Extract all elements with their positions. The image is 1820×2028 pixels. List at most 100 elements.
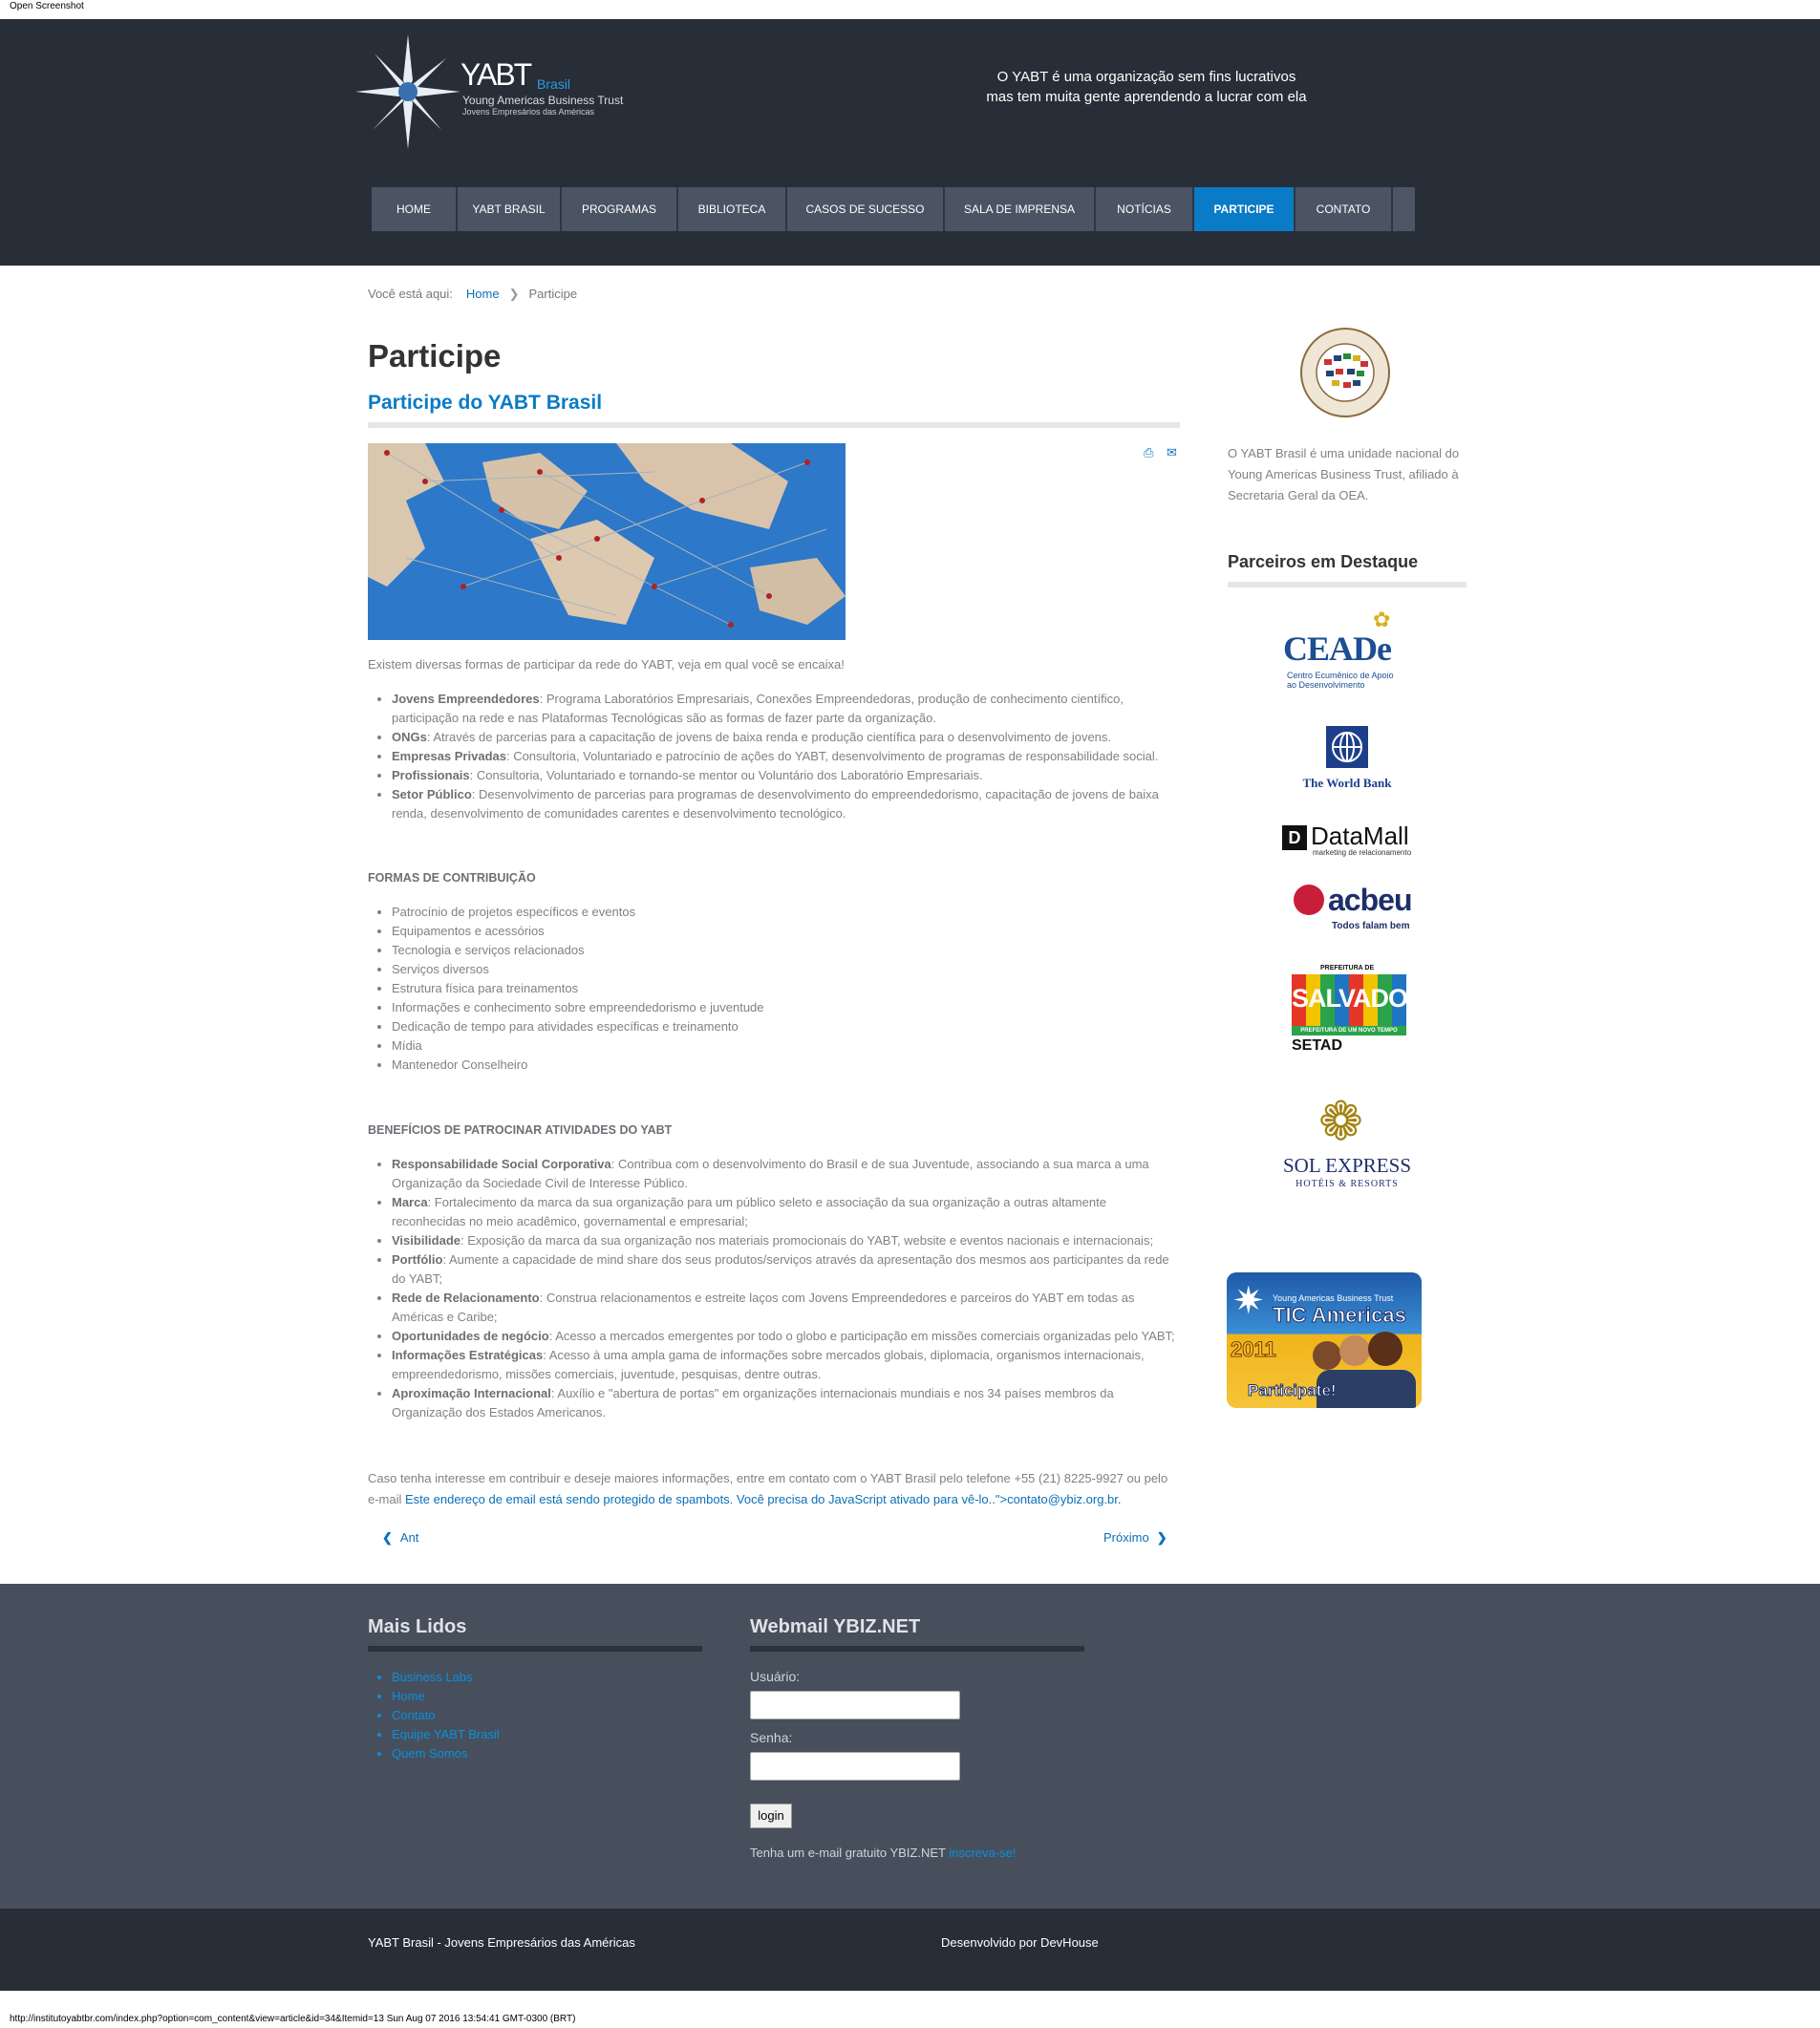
list-item[interactable]: Home	[392, 1687, 500, 1706]
developer-credit: Desenvolvido por DevHouse	[941, 1935, 1099, 1950]
footer-webmail-heading: Webmail YBIZ.NET	[750, 1616, 921, 1637]
sun-flower-icon: ❁	[1318, 1091, 1363, 1151]
list-item: Responsabilidade Social Corporativa: Con…	[392, 1155, 1180, 1193]
list-item: Marca: Fortalecimento da marca da sua or…	[392, 1193, 1180, 1231]
partner-salvador[interactable]: PREFEITURA DE SALVADOR PREFEITURA DE UM …	[1292, 965, 1426, 1060]
list-item: Estrutura física para treinamentos	[392, 979, 1180, 998]
star-burst-icon: ✷	[1232, 1280, 1265, 1322]
partners-heading: Parceiros em Destaque	[1228, 552, 1419, 571]
next-link[interactable]: Próximo ❯	[1103, 1530, 1167, 1546]
benefits-list: Responsabilidade Social Corporativa: Con…	[368, 1155, 1180, 1422]
breadcrumb-home-link[interactable]: Home	[466, 287, 500, 301]
tagline-line-1: O YABT é uma organização sem fins lucrat…	[996, 69, 1296, 85]
status-url: http://institutoyabtbr.com/index.php?opt…	[10, 2014, 576, 2024]
main-nav: HOME YABT BRASIL PROGRAMAS BIBLIOTECA CA…	[372, 187, 1415, 231]
header-tagline: O YABT é uma organização sem fins lucrat…	[955, 67, 1338, 107]
nav-participe[interactable]: PARTICIPE	[1194, 187, 1295, 231]
copyright-text: YABT Brasil - Jovens Empresários das Amé…	[368, 1935, 635, 1950]
logo-brasil-text: Brasil	[537, 76, 571, 92]
chevron-left-icon: ❮	[382, 1530, 393, 1545]
list-item: Dedicação de tempo para atividades espec…	[392, 1017, 1180, 1036]
list-item: Tecnologia e serviços relacionados	[392, 941, 1180, 960]
list-item: Equipamentos e acessórios	[392, 922, 1180, 941]
list-item[interactable]: Equipe YABT Brasil	[392, 1725, 500, 1744]
partner-ceade[interactable]: ✿ CEADe Centro Ecumênico de Apoio ao Des…	[1275, 608, 1419, 694]
partner-datamall[interactable]: D DataMall marketing de relacionamento	[1280, 822, 1424, 857]
contrib-heading: FORMAS DE CONTRIBUIÇÃO	[368, 871, 536, 885]
list-item: Serviços diversos	[392, 960, 1180, 979]
partners-divider	[1228, 582, 1467, 587]
open-screenshot-label[interactable]: Open Screenshot	[10, 1, 84, 11]
footer-mais-lidos-heading: Mais Lidos	[368, 1616, 467, 1637]
browser-top-bar: Open Screenshot	[0, 0, 1820, 19]
signup-link[interactable]: inscreva-se!	[949, 1846, 1016, 1860]
article-subtitle: Participe do YABT Brasil	[368, 392, 603, 414]
bottom-bar: YABT Brasil - Jovens Empresários das Amé…	[0, 1909, 1820, 1991]
list-item[interactable]: Contato	[392, 1706, 500, 1725]
most-read-list: Business Labs Home Contato Equipe YABT B…	[392, 1668, 500, 1763]
password-field[interactable]	[750, 1752, 960, 1781]
breadcrumb-prefix: Você está aqui:	[368, 287, 453, 301]
chevron-right-icon: ❯	[508, 287, 520, 301]
closing-paragraph: Caso tenha interesse em contribuir e des…	[368, 1471, 1168, 1506]
title-divider	[368, 422, 1180, 428]
nav-home[interactable]: HOME	[372, 187, 458, 231]
list-item: Visibilidade: Exposição da marca da sua …	[392, 1231, 1180, 1250]
sidebar-about: O YABT Brasil é uma unidade nacional do …	[1228, 446, 1460, 502]
chevron-right-icon: ❯	[1156, 1530, 1167, 1545]
partner-acbeu[interactable]: acbeu Todos falam bem	[1290, 883, 1414, 934]
signup-text: Tenha um e-mail gratuito YBIZ.NET inscre…	[750, 1846, 1017, 1860]
list-item: Rede de Relacionamento: Construa relacio…	[392, 1289, 1180, 1327]
list-item: Oportunidades de negócio: Acesso a merca…	[392, 1327, 1180, 1346]
footer-divider	[368, 1646, 702, 1652]
prev-link[interactable]: ❮ Ant	[382, 1530, 418, 1546]
nav-sala-de-imprensa[interactable]: SALA DE IMPRENSA	[945, 187, 1096, 231]
world-map-pins-image	[368, 443, 846, 640]
nav-noticias[interactable]: NOTÍCIAS	[1096, 187, 1194, 231]
browser-status-bar: http://institutoyabtbr.com/index.php?opt…	[0, 2010, 1820, 2028]
tagline-line-2: mas tem muita gente aprendendo a lucrar …	[986, 89, 1307, 105]
logo-subtitle: Young Americas Business Trust	[462, 94, 624, 107]
tic-americas-banner[interactable]: ✷ Young Americas Business Trust TIC Amer…	[1227, 1272, 1422, 1408]
list-item: Informações Estratégicas: Acesso à uma a…	[392, 1346, 1180, 1384]
list-item: Mídia	[392, 1036, 1180, 1056]
globe-icon	[1326, 726, 1368, 768]
list-item: Jovens Empreendedores: Programa Laborató…	[392, 690, 1180, 728]
partner-world-bank[interactable]: The World Bank	[1295, 726, 1400, 793]
list-item: Empresas Privadas: Consultoria, Voluntar…	[392, 747, 1180, 766]
contrib-list: Patrocínio de projetos específicos e eve…	[368, 903, 1180, 1075]
audience-list: Jovens Empreendedores: Programa Laborató…	[368, 690, 1180, 823]
list-item: Patrocínio de projetos específicos e eve…	[392, 903, 1180, 922]
list-item[interactable]: Quem Somos	[392, 1744, 500, 1763]
nav-contato[interactable]: CONTATO	[1295, 187, 1393, 231]
list-item: Portfólio: Aumente a capacidade de mind …	[392, 1250, 1180, 1289]
logo-yabt-text: YABT	[460, 57, 532, 92]
list-item: Setor Público: Desenvolvimento de parcer…	[392, 785, 1180, 823]
login-button[interactable]: login	[750, 1804, 792, 1828]
nav-biblioteca[interactable]: BIBLIOTECA	[678, 187, 787, 231]
list-item: Aproximação Internacional: Auxílio e "ab…	[392, 1384, 1180, 1422]
breadcrumb-current: Participe	[528, 287, 578, 301]
nav-casos-de-sucesso[interactable]: CASOS DE SUCESSO	[787, 187, 945, 231]
list-item: Mantenedor Conselheiro	[392, 1056, 1180, 1075]
benefits-heading: BENEFÍCIOS DE PATROCINAR ATIVIDADES DO Y…	[368, 1123, 673, 1137]
list-item: ONGs: Através de parcerias para a capaci…	[392, 728, 1180, 747]
username-field[interactable]	[750, 1691, 960, 1719]
email-protected-link[interactable]: Este endereço de email está sendo proteg…	[405, 1492, 1122, 1506]
logo-subtitle-pt: Jovens Empresários das Américas	[462, 107, 595, 117]
partner-sol-express[interactable]: ❁ SOL EXPRESS HOTÉIS & RESORTS	[1280, 1093, 1414, 1196]
datamall-logo-icon: D	[1282, 825, 1307, 850]
print-icon[interactable]: ⎙	[1144, 445, 1153, 460]
list-item: Informações e conhecimento sobre empreen…	[392, 998, 1180, 1017]
oea-seal	[1299, 327, 1391, 418]
password-label: Senha:	[750, 1730, 793, 1745]
star-logo-icon	[355, 34, 460, 149]
email-icon[interactable]: ✉	[1167, 445, 1177, 460]
article-intro: Existem diversas formas de participar da…	[368, 657, 845, 672]
site-logo[interactable]: YABT Brasil Young Americas Business Trus…	[355, 34, 642, 149]
footer-divider	[750, 1646, 1084, 1652]
nav-programas[interactable]: PROGRAMAS	[562, 187, 678, 231]
breadcrumb: Você está aqui: Home ❯ Participe	[368, 287, 577, 302]
nav-yabt-brasil[interactable]: YABT BRASIL	[458, 187, 562, 231]
list-item[interactable]: Business Labs	[392, 1668, 500, 1687]
